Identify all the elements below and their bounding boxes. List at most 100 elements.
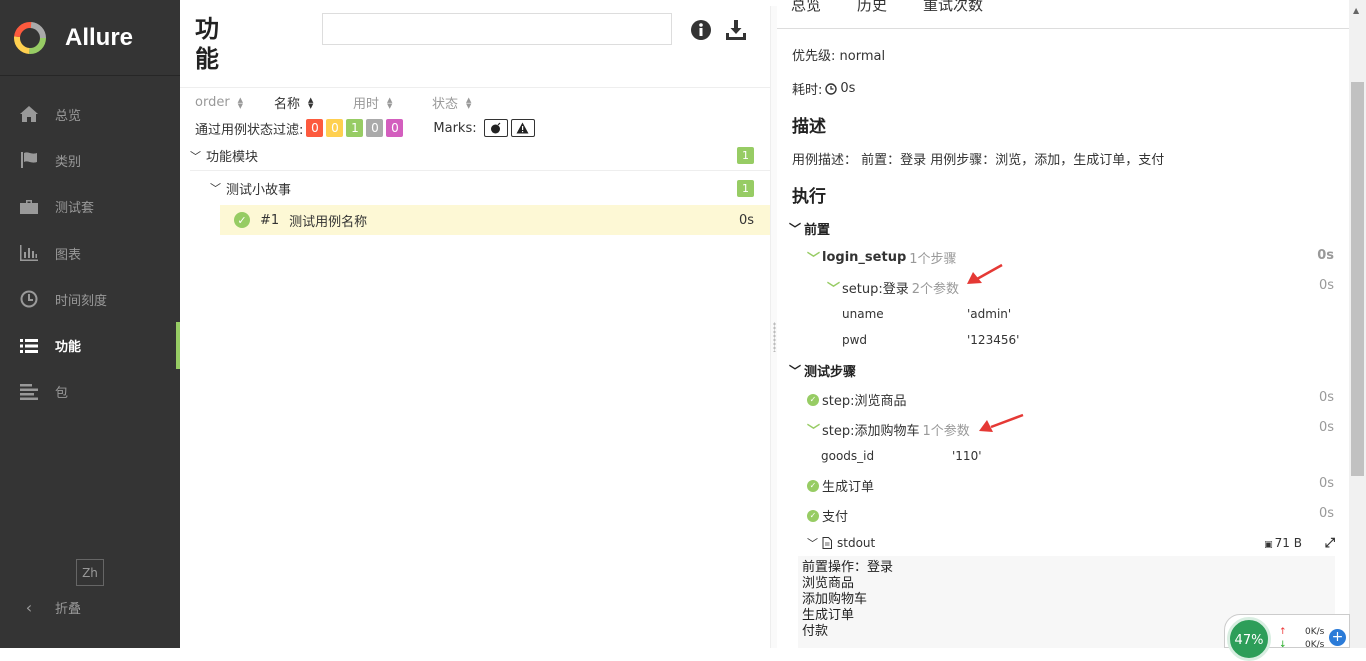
execution-heading: 执行 bbox=[792, 187, 826, 207]
sort-label: 名称 bbox=[274, 97, 301, 112]
info-icon[interactable] bbox=[690, 19, 712, 41]
network-speed-widget[interactable]: 47% ↑ 0K/s ↓ 0K/s + bbox=[1224, 614, 1350, 661]
tab-overview[interactable]: 总览 bbox=[791, 0, 821, 15]
clock-icon bbox=[18, 289, 40, 309]
step-meta: 2个参数 bbox=[911, 282, 960, 297]
splitter-grip-icon bbox=[773, 322, 776, 352]
scroll-up-icon[interactable]: ▲ bbox=[1353, 6, 1359, 15]
memory-percent: 47% bbox=[1227, 617, 1271, 661]
step-name: 生成订单 bbox=[822, 480, 875, 495]
sidebar-item-suites[interactable]: 测试套 bbox=[0, 184, 180, 230]
param-value: 'admin' bbox=[967, 307, 1012, 321]
chevron-down-icon: ﹀ bbox=[827, 282, 841, 297]
flag-icon bbox=[18, 150, 40, 170]
download-arrow-icon: ↓ bbox=[1279, 640, 1287, 650]
sidebar-item-timeline[interactable]: 时间刻度 bbox=[0, 276, 180, 322]
chevron-down-icon: ﹀ bbox=[789, 222, 802, 236]
sidebar-item-label: 类别 bbox=[55, 154, 82, 170]
setup-login-step[interactable]: ﹀ setup:登录 2个参数 bbox=[827, 278, 959, 297]
filter-skipped-badge[interactable]: 0 bbox=[366, 119, 384, 137]
chevron-down-icon: ﹀ bbox=[807, 252, 821, 267]
sort-label: order bbox=[195, 95, 230, 110]
stdout-line: 添加购物车 bbox=[802, 592, 868, 607]
align-left-icon bbox=[18, 382, 40, 402]
vertical-scrollbar[interactable]: ▲ bbox=[1349, 0, 1366, 648]
collapse-label: 折叠 bbox=[55, 602, 82, 617]
search-input[interactable] bbox=[322, 13, 672, 45]
new-failed-mark-button[interactable] bbox=[510, 119, 535, 137]
briefcase-icon bbox=[18, 197, 40, 217]
attachment-row[interactable]: ﹀ stdout ▣ 71 B ⤢ bbox=[807, 534, 1335, 552]
language-button[interactable]: Zh bbox=[76, 559, 104, 586]
login-setup-step[interactable]: ﹀ login_setup 1个步骤 bbox=[807, 248, 957, 267]
step-pay[interactable]: ✓ 支付 bbox=[807, 506, 848, 525]
pane-splitter[interactable] bbox=[770, 6, 777, 648]
allure-logo-icon bbox=[14, 21, 46, 54]
tree-node-label: 功能模块 bbox=[206, 150, 259, 165]
sort-order[interactable]: order ▲ ▼ bbox=[195, 95, 274, 110]
step-browse[interactable]: ✓ step:浏览商品 bbox=[807, 390, 907, 409]
duration-label: 耗时: bbox=[792, 83, 823, 98]
chevron-down-icon: ﹀ bbox=[190, 149, 201, 163]
download-icon[interactable] bbox=[725, 19, 747, 41]
step-add-cart[interactable]: ﹀ step:添加购物车 1个参数 bbox=[807, 420, 970, 439]
sort-status[interactable]: 状态 ▲ ▼ bbox=[432, 93, 511, 112]
sidebar-item-packages[interactable]: 包 bbox=[0, 369, 180, 415]
count-badge: 1 bbox=[737, 179, 754, 197]
filter-failed-badge[interactable]: 0 bbox=[306, 119, 324, 137]
sidebar-item-label: 时间刻度 bbox=[55, 293, 108, 309]
test-case-row[interactable]: ✓ #1 测试用例名称 0s bbox=[220, 205, 770, 235]
attachment-size: ▣ 71 B bbox=[1264, 536, 1302, 550]
filter-broken-badge[interactable]: 0 bbox=[326, 119, 344, 137]
download-rate: 0K/s bbox=[1305, 640, 1325, 650]
filter-passed-badge[interactable]: 1 bbox=[346, 119, 364, 137]
param-value: '123456' bbox=[967, 333, 1020, 347]
setup-group-header[interactable]: ﹀ 前置 bbox=[789, 219, 830, 238]
sort-duration[interactable]: 用时 ▲ ▼ bbox=[353, 93, 432, 112]
tree-node-label: 测试小故事 bbox=[226, 182, 292, 198]
filter-unknown-badge[interactable]: 0 bbox=[386, 119, 404, 137]
stdout-line: 前置操作：登录 bbox=[802, 560, 894, 575]
sort-icon: ▲ ▼ bbox=[387, 95, 393, 110]
step-duration: 0s bbox=[1317, 248, 1334, 263]
steps-heading: 测试步骤 bbox=[804, 365, 857, 380]
flaky-mark-button[interactable] bbox=[483, 119, 508, 137]
step-create-order[interactable]: ✓ 生成订单 bbox=[807, 476, 874, 495]
result-tabs: 总览 历史 重试次数 bbox=[777, 0, 1349, 29]
brand[interactable]: Allure bbox=[0, 0, 180, 76]
expand-icon[interactable]: ⤢ bbox=[1325, 536, 1335, 551]
sidebar-item-behaviors[interactable]: 功能 bbox=[0, 322, 180, 370]
sidebar-item-label: 包 bbox=[55, 386, 69, 402]
passed-status-icon: ✓ bbox=[807, 479, 819, 492]
param-name: pwd bbox=[842, 333, 868, 347]
passed-status-icon: ✓ bbox=[234, 212, 250, 228]
description-heading: 描述 bbox=[792, 117, 826, 137]
steps-group-header[interactable]: ﹀ 测试步骤 bbox=[789, 361, 856, 380]
tab-history[interactable]: 历史 bbox=[857, 0, 887, 15]
sidebar-item-categories[interactable]: 类别 bbox=[0, 137, 180, 183]
step-name: login_setup bbox=[822, 250, 907, 265]
sort-name[interactable]: 名称 ▲ ▼ bbox=[274, 93, 353, 112]
chevron-down-icon: ﹀ bbox=[807, 537, 818, 550]
bomb-icon bbox=[490, 122, 501, 134]
annotation-arrow-icon bbox=[967, 263, 1003, 284]
sidebar-item-graphs[interactable]: 图表 bbox=[0, 230, 180, 276]
plus-icon[interactable]: + bbox=[1329, 629, 1346, 646]
sidebar-item-label: 功能 bbox=[55, 340, 82, 356]
scrollbar-thumb[interactable] bbox=[1351, 82, 1364, 476]
sidebar-item-overview[interactable]: 总览 bbox=[0, 91, 180, 137]
passed-status-icon: ✓ bbox=[807, 393, 819, 406]
step-duration: 0s bbox=[1318, 506, 1334, 521]
tab-retries[interactable]: 重试次数 bbox=[923, 0, 983, 15]
chevron-down-icon: ﹀ bbox=[210, 182, 221, 195]
sidebar-item-label: 图表 bbox=[55, 247, 82, 263]
step-meta: 1个参数 bbox=[922, 424, 970, 439]
floppy-icon: ▣ bbox=[1264, 540, 1273, 550]
setup-heading: 前置 bbox=[804, 223, 831, 238]
step-name: step:添加购物车 bbox=[822, 424, 920, 439]
description-text: 用例描述： 前置：登录 用例步骤：浏览，添加，生成订单，支付 bbox=[792, 153, 1165, 168]
collapse-button[interactable]: ‹ 折叠 bbox=[18, 598, 81, 617]
tree-node-feature[interactable]: ﹀ 功能模块 1 bbox=[190, 141, 770, 171]
count-badge: 1 bbox=[737, 147, 754, 164]
tree-node-story[interactable]: ﹀ 测试小故事 1 bbox=[210, 173, 770, 203]
